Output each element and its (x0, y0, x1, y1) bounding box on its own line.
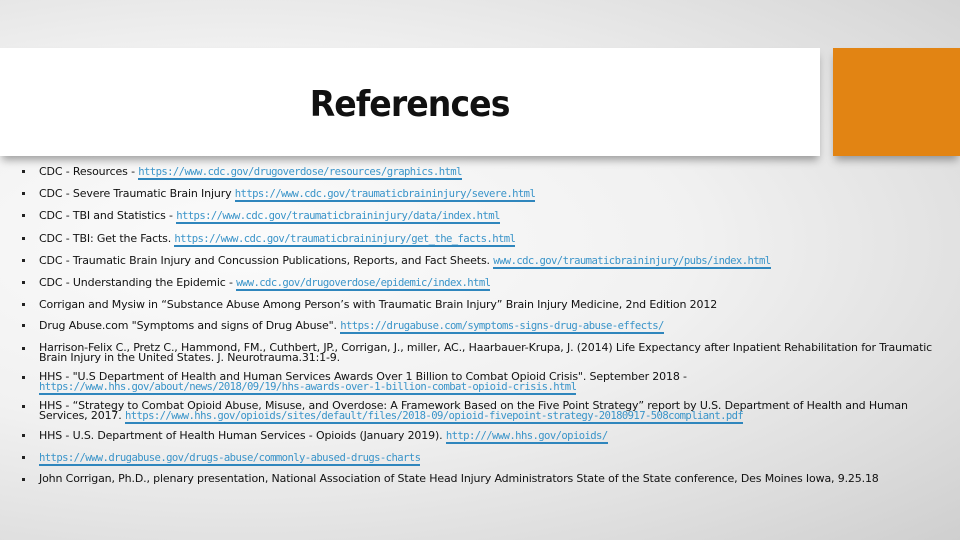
reference-text: CDC - TBI and Statistics - (39, 209, 177, 223)
bullet-icon (22, 170, 25, 173)
reference-item: Drug Abuse.com "Symptoms and signs of Dr… (22, 319, 942, 335)
bullet-icon (22, 280, 25, 284)
reference-text: CDC - Severe Traumatic Brain Injury (39, 187, 235, 201)
reference-item: CDC - TBI: Get the Facts. https://www.cd… (22, 231, 942, 247)
reference-item: https://www.drugabuse.gov/drugs-abuse/co… (22, 451, 942, 466)
bullet-icon (22, 303, 25, 307)
reference-text: CDC - Traumatic Brain Injury and Concuss… (39, 253, 494, 267)
bullet-icon (22, 346, 25, 350)
reference-text: HHS - U.S. Department of Health Human Se… (39, 428, 446, 442)
reference-link[interactable]: https://drugabuse.com/symptoms-signs-dru… (340, 320, 664, 335)
bullet-icon (22, 404, 25, 408)
orange-accent-block (833, 48, 960, 156)
reference-text: Corrigan and Mysiw in “Substance Abuse A… (39, 298, 718, 312)
reference-link[interactable]: https://www.cdc.gov/drugoverdose/resourc… (138, 166, 462, 180)
reference-link[interactable]: https://www.cdc.gov/traumaticbraininjury… (176, 210, 500, 225)
bullet-icon (22, 455, 25, 459)
reference-link[interactable]: https://www.hhs.gov/opioids/sites/defaul… (124, 409, 744, 424)
bullet-icon (22, 375, 25, 379)
reference-link[interactable]: http:///www.hhs.gov/opioids/ (445, 429, 608, 444)
slide-title: References (310, 83, 511, 125)
bullet-icon (22, 324, 25, 328)
reference-item: CDC - Understanding the Epidemic - www.c… (22, 275, 942, 291)
title-band: References (0, 48, 820, 156)
bullet-icon (22, 477, 25, 481)
reference-item: Corrigan and Mysiw in “Substance Abuse A… (22, 299, 942, 310)
reference-item: HHS - U.S. Department of Health Human Se… (22, 428, 942, 444)
reference-text: Harrison-Felix C., Pretz C., Hammond, FM… (39, 340, 933, 364)
bullet-icon (22, 214, 25, 218)
reference-list: CDC - Resources - https://www.cdc.gov/dr… (22, 166, 942, 493)
reference-item: CDC - Severe Traumatic Brain Injury http… (22, 187, 942, 203)
bullet-icon (22, 433, 25, 437)
reference-item: HHS - “Strategy to Combat Opioid Abuse, … (22, 400, 942, 424)
reference-link[interactable]: https://www.cdc.gov/traumaticbraininjury… (234, 188, 536, 203)
reference-text: CDC - TBI: Get the Facts. (39, 231, 175, 245)
reference-item: CDC - TBI and Statistics - https://www.c… (22, 209, 942, 225)
reference-link[interactable]: www.cdc.gov/traumaticbraininjury/pubs/in… (493, 254, 771, 269)
reference-item: CDC - Traumatic Brain Injury and Concuss… (22, 253, 942, 269)
reference-text: CDC - Understanding the Epidemic - (39, 275, 237, 289)
reference-item: HHS - "U.S Department of Health and Huma… (22, 371, 942, 395)
bullet-icon (22, 258, 25, 262)
reference-link[interactable]: https://www.cdc.gov/traumaticbraininjury… (174, 232, 516, 247)
bullet-icon (22, 236, 25, 240)
reference-link[interactable]: https://www.drugabuse.gov/drugs-abuse/co… (39, 451, 421, 466)
reference-text: Drug Abuse.com "Symptoms and signs of Dr… (39, 319, 341, 333)
reference-link[interactable]: https://www.hhs.gov/about/news/2018/09/1… (39, 380, 577, 395)
bullet-icon (22, 192, 25, 196)
reference-item: CDC - Resources - https://www.cdc.gov/dr… (22, 165, 942, 180)
reference-text: CDC - Resources - (39, 165, 139, 178)
reference-item: John Corrigan, Ph.D., plenary presentati… (22, 471, 942, 485)
reference-item: Harrison-Felix C., Pretz C., Hammond, FM… (22, 340, 942, 364)
reference-text: John Corrigan, Ph.D., plenary presentati… (39, 471, 879, 485)
reference-link[interactable]: www.cdc.gov/drugoverdose/epidemic/index.… (236, 276, 491, 291)
